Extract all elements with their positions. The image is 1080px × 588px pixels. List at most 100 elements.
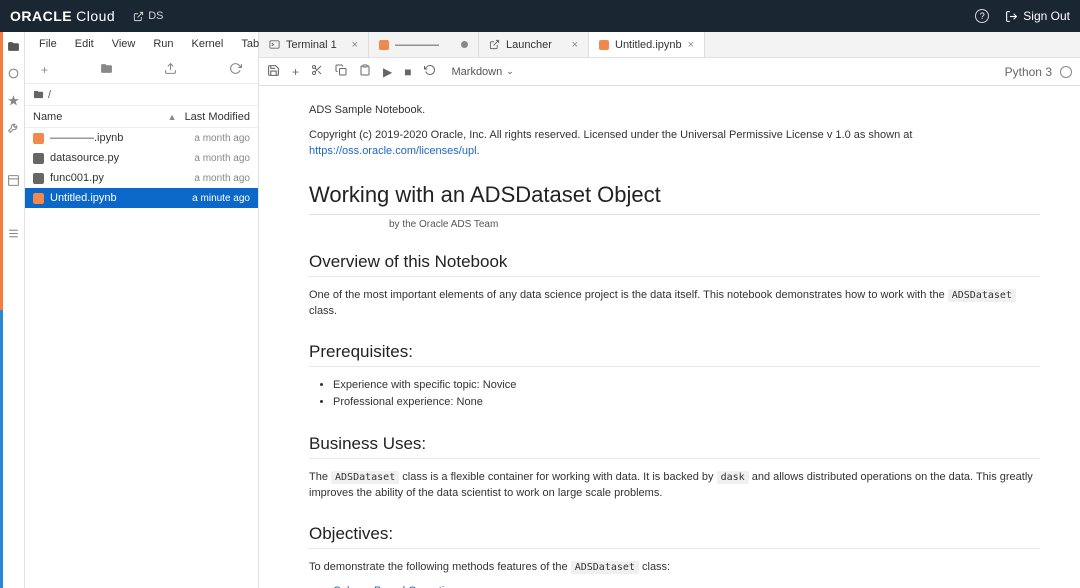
- folder-icon: [33, 89, 44, 100]
- file-row[interactable]: datasource.py a month ago: [25, 148, 258, 168]
- cut-icon[interactable]: [311, 64, 323, 79]
- tab-notebook[interactable]: ————: [369, 32, 479, 57]
- run-icon[interactable]: ▶: [383, 65, 392, 79]
- breadcrumb-path: /: [48, 89, 51, 101]
- wrench-icon[interactable]: [7, 121, 20, 134]
- upload-icon[interactable]: [164, 62, 177, 78]
- kernel-status-icon[interactable]: [1060, 66, 1072, 78]
- file-name: datasource.py: [50, 152, 188, 164]
- sample-text: ADS Sample Notebook.: [309, 102, 1040, 119]
- signout-icon: [1005, 10, 1018, 23]
- running-icon[interactable]: [7, 67, 20, 80]
- external-link-icon: [489, 39, 500, 50]
- file-toolbar: +: [25, 56, 258, 84]
- list-item: Experience with specific topic: Novice: [333, 377, 1040, 395]
- dirty-indicator: [461, 41, 468, 48]
- file-age: a month ago: [194, 173, 250, 184]
- file-panel: File Edit View Run Kernel Tabs Settings …: [25, 32, 259, 588]
- col-name[interactable]: Name: [33, 111, 168, 123]
- ds-label: DS: [148, 10, 163, 22]
- brand-cloud: Cloud: [76, 8, 115, 24]
- file-row[interactable]: Untitled.ipynb a minute ago: [25, 188, 258, 208]
- terminal-icon: [269, 39, 280, 50]
- menu-bar: File Edit View Run Kernel Tabs Settings …: [25, 32, 258, 56]
- content-panel: Terminal 1 × ———— Launcher × Untitled.ip…: [259, 32, 1080, 588]
- byline: by the Oracle ADS Team: [309, 219, 1040, 230]
- tab-label: ————: [395, 39, 439, 51]
- folder-icon[interactable]: [7, 40, 20, 53]
- tabs-icon[interactable]: [7, 174, 20, 187]
- oracle-logo: ORACLECloud: [10, 8, 115, 24]
- stop-icon[interactable]: ■: [404, 65, 411, 79]
- tabs: Terminal 1 × ———— Launcher × Untitled.ip…: [259, 32, 1080, 58]
- paste-icon[interactable]: [359, 64, 371, 79]
- notebook-content[interactable]: ADS Sample Notebook. Copyright (c) 2019-…: [259, 86, 1080, 588]
- file-row[interactable]: ————.ipynb a month ago: [25, 128, 258, 148]
- commands-icon[interactable]: [7, 94, 20, 107]
- file-name: ————.ipynb: [50, 132, 188, 144]
- main-area: File Edit View Run Kernel Tabs Settings …: [0, 32, 1080, 588]
- tab-active[interactable]: Untitled.ipynb ×: [589, 32, 705, 57]
- cell-type-select[interactable]: Markdown ⌄: [452, 66, 514, 78]
- python-icon: [33, 153, 44, 164]
- header-right: ? Sign Out: [975, 9, 1070, 23]
- obj-intro: To demonstrate the following methods fea…: [309, 559, 1040, 576]
- tab-label: Terminal 1: [286, 39, 337, 51]
- notebook-icon: [33, 193, 44, 204]
- file-age: a month ago: [194, 133, 250, 144]
- close-icon[interactable]: ×: [572, 39, 578, 51]
- col-modified[interactable]: Last Modified: [185, 111, 250, 123]
- copy-icon[interactable]: [335, 64, 347, 79]
- kernel-name[interactable]: Python 3: [1005, 65, 1052, 79]
- copyright-text: Copyright (c) 2019-2020 Oracle, Inc. All…: [309, 127, 1040, 160]
- restart-icon[interactable]: [424, 64, 436, 79]
- tab-terminal[interactable]: Terminal 1 ×: [259, 32, 369, 57]
- refresh-icon[interactable]: [229, 62, 242, 78]
- tab-launcher[interactable]: Launcher ×: [479, 32, 589, 57]
- chevron-down-icon: ⌄: [506, 66, 514, 77]
- external-link-icon: [133, 11, 144, 22]
- file-age: a month ago: [194, 153, 250, 164]
- notebook-icon: [379, 40, 389, 50]
- notebook-icon: [33, 133, 44, 144]
- menu-file[interactable]: File: [31, 36, 65, 52]
- file-name: Untitled.ipynb: [50, 192, 186, 204]
- tab-label: Launcher: [506, 39, 552, 51]
- notebook-title: Working with an ADSDataset Object: [309, 182, 1040, 215]
- list-item: Professional experience: None: [333, 394, 1040, 412]
- new-launcher-icon[interactable]: +: [41, 63, 48, 77]
- save-icon[interactable]: [267, 64, 280, 80]
- menu-view[interactable]: View: [104, 36, 144, 52]
- h2-business: Business Uses:: [309, 434, 1040, 459]
- ds-link[interactable]: DS: [133, 10, 163, 22]
- notebook-toolbar: + ▶ ■ Markdown ⌄ Python 3: [259, 58, 1080, 86]
- signout-label: Sign Out: [1023, 9, 1070, 23]
- overview-text: One of the most important elements of an…: [309, 287, 1040, 320]
- file-age: a minute ago: [192, 193, 250, 204]
- add-cell-icon[interactable]: +: [292, 65, 299, 79]
- python-icon: [33, 173, 44, 184]
- list-icon[interactable]: [7, 227, 20, 240]
- breadcrumb[interactable]: /: [25, 84, 258, 106]
- close-icon[interactable]: ×: [352, 39, 358, 51]
- file-row[interactable]: func001.pya month ago: [25, 168, 258, 188]
- tab-label: Untitled.ipynb: [615, 39, 682, 51]
- help-icon[interactable]: ?: [975, 9, 989, 23]
- close-icon[interactable]: ×: [688, 39, 694, 51]
- menu-edit[interactable]: Edit: [67, 36, 102, 52]
- menu-run[interactable]: Run: [145, 36, 181, 52]
- cell-type-label: Markdown: [452, 66, 503, 78]
- new-folder-icon[interactable]: [100, 62, 113, 78]
- signout-link[interactable]: Sign Out: [1005, 9, 1070, 23]
- sort-icon[interactable]: ▲: [168, 112, 177, 122]
- license-link[interactable]: https://oss.oracle.com/licenses/upl: [309, 145, 477, 157]
- file-list: ————.ipynb a month ago datasource.py a mon…: [25, 128, 258, 588]
- objectives-list: Column Based Operations: [309, 583, 1040, 588]
- team-link[interactable]: Oracle ADS Team: [419, 219, 498, 230]
- activity-bar: [3, 32, 25, 588]
- h2-prereq: Prerequisites:: [309, 342, 1040, 367]
- menu-kernel[interactable]: Kernel: [184, 36, 232, 52]
- brand-oracle: ORACLE: [10, 8, 72, 24]
- h2-objectives: Objectives:: [309, 524, 1040, 549]
- oracle-header: ORACLECloud DS ? Sign Out: [0, 0, 1080, 32]
